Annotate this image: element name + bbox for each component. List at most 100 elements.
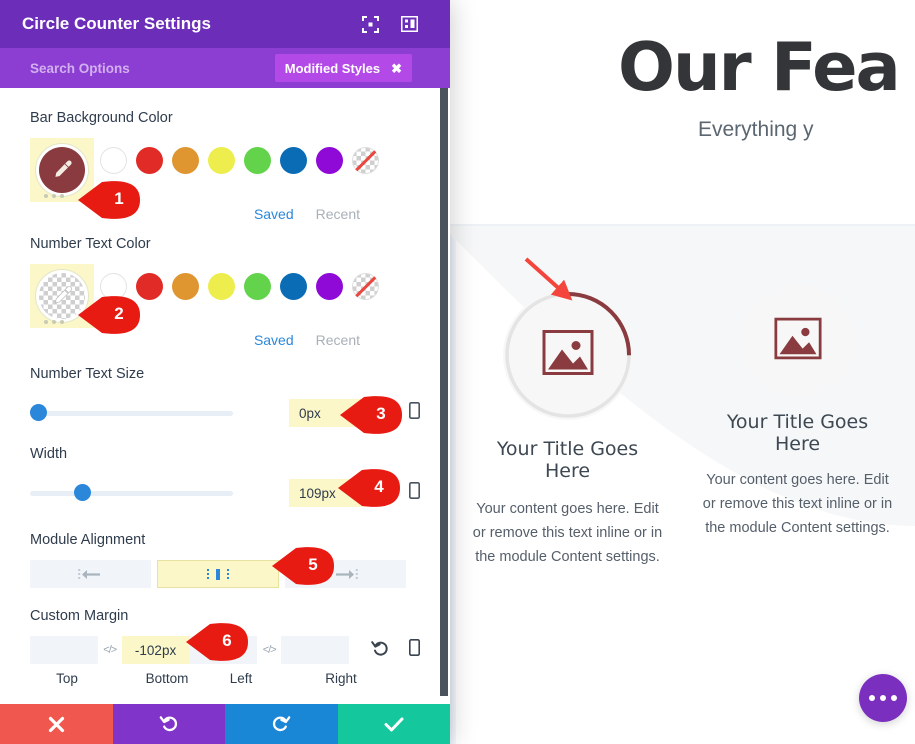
custom-margin-labels: Top Bottom Left Right <box>30 671 420 686</box>
focus-icon[interactable] <box>362 15 379 33</box>
margin-right-label: Right <box>325 671 357 686</box>
feature-card: Your Title Goes Here Your content goes h… <box>703 250 893 650</box>
swatch-green[interactable] <box>244 273 271 300</box>
slider-knob[interactable] <box>74 484 91 501</box>
search-input[interactable] <box>30 60 270 76</box>
field-label: Number Text Color <box>30 236 151 252</box>
modal-header: Circle Counter Settings <box>0 0 450 48</box>
align-left-icon <box>77 568 100 580</box>
dot <box>60 194 64 198</box>
swatch-blue[interactable] <box>280 147 307 174</box>
swatch-options-dots[interactable] <box>44 194 64 198</box>
field-custom-margin: Custom Margin </> -102px </> Top Bottom … <box>30 608 420 686</box>
field-label: Bar Background Color <box>30 110 173 126</box>
slider-row: 109px <box>30 474 420 512</box>
field-width: Width 109px <box>30 446 420 512</box>
margin-right-input[interactable] <box>281 636 349 664</box>
modal-title: Circle Counter Settings <box>22 14 211 33</box>
save-button[interactable] <box>337 704 450 744</box>
align-right-icon <box>336 568 359 580</box>
dot <box>52 194 56 198</box>
swatch-none[interactable] <box>352 273 379 300</box>
swatch-red[interactable] <box>136 147 163 174</box>
modified-styles-badge[interactable]: Modified Styles ✖ <box>274 54 412 82</box>
responsive-icon[interactable] <box>409 402 420 424</box>
color-palette <box>94 264 379 300</box>
align-left-button[interactable] <box>30 560 152 588</box>
fab-dot <box>880 695 886 701</box>
eyedropper-icon <box>54 286 72 304</box>
reset-icon[interactable] <box>371 639 389 662</box>
modified-styles-label: Modified Styles <box>284 60 381 76</box>
redo-button[interactable] <box>225 704 338 744</box>
active-color-swatch[interactable] <box>30 138 94 202</box>
feature-cards: Your Title Goes Here Your content goes h… <box>450 250 915 650</box>
swatch-white[interactable] <box>100 147 127 174</box>
color-palette <box>94 138 379 174</box>
margin-left-input[interactable] <box>189 636 258 664</box>
tab-recent[interactable]: Recent <box>316 206 360 222</box>
margin-top-input[interactable] <box>30 636 98 664</box>
align-center-button[interactable] <box>157 560 279 588</box>
scrollbar[interactable] <box>440 88 448 696</box>
responsive-icon[interactable] <box>409 482 420 504</box>
swatch-yellow[interactable] <box>208 147 235 174</box>
align-center-icon <box>206 568 229 580</box>
close-icon <box>48 716 64 732</box>
field-number-text-color: Number Text Color Saved Recent <box>30 236 420 348</box>
slider-track <box>30 491 233 496</box>
swatch-orange[interactable] <box>172 273 199 300</box>
more-options-fab[interactable] <box>859 674 907 722</box>
field-number-text-size: Number Text Size 0px <box>30 366 420 432</box>
responsive-icon[interactable] <box>408 639 420 661</box>
dot <box>44 320 48 324</box>
swatch-green[interactable] <box>244 147 271 174</box>
swatch-none[interactable] <box>352 147 379 174</box>
modal-footer <box>0 704 450 744</box>
active-color-swatch[interactable] <box>30 264 94 328</box>
hero-section: Our Fea Everything y <box>450 0 915 225</box>
dot <box>52 320 56 324</box>
check-icon <box>384 717 404 731</box>
card-body: Your content goes here. Edit or remove t… <box>472 500 663 565</box>
swatch-options-dots[interactable] <box>44 320 64 324</box>
slider-knob[interactable] <box>30 404 47 421</box>
swatch-blue[interactable] <box>280 273 307 300</box>
eyedropper-icon <box>55 160 72 177</box>
cancel-button[interactable] <box>0 704 113 744</box>
align-right-button[interactable] <box>284 560 406 588</box>
swatch-orange[interactable] <box>172 147 199 174</box>
field-label: Number Text Size <box>30 366 145 382</box>
color-picker-row <box>30 264 420 336</box>
swatch-white[interactable] <box>100 273 127 300</box>
swatch-purple[interactable] <box>316 147 343 174</box>
swatch-yellow[interactable] <box>208 273 235 300</box>
width-value[interactable]: 109px <box>289 479 365 507</box>
undo-icon <box>159 716 177 732</box>
number-text-size-slider[interactable] <box>30 404 233 421</box>
circle-counter <box>741 285 854 397</box>
palette-tabs: Saved Recent <box>30 206 420 222</box>
tab-saved[interactable]: Saved <box>254 206 294 222</box>
close-icon[interactable]: ✖ <box>391 62 402 75</box>
field-label: Custom Margin <box>30 608 129 624</box>
module-alignment-group <box>30 560 406 588</box>
swatch-purple[interactable] <box>316 273 343 300</box>
card-title: Your Title Goes Here <box>496 438 639 483</box>
tab-recent[interactable]: Recent <box>316 332 360 348</box>
image-placeholder-icon <box>542 330 594 381</box>
swatch-red[interactable] <box>136 273 163 300</box>
margin-bottom-input[interactable]: -102px <box>121 636 190 664</box>
width-slider[interactable] <box>30 484 233 501</box>
redo-icon <box>273 716 291 732</box>
link-icon[interactable]: </> <box>257 644 281 656</box>
panel-layout-icon[interactable] <box>400 15 419 33</box>
number-text-size-value[interactable]: 0px <box>289 399 365 427</box>
link-icon[interactable]: </> <box>98 644 122 656</box>
undo-button[interactable] <box>112 704 225 744</box>
tab-saved[interactable]: Saved <box>254 332 294 348</box>
card-body: Your content goes here. Edit or remove t… <box>702 471 893 536</box>
hero-subtitle: Everything y <box>698 118 814 141</box>
modal-header-actions <box>362 15 434 33</box>
active-color-circle <box>39 273 85 319</box>
